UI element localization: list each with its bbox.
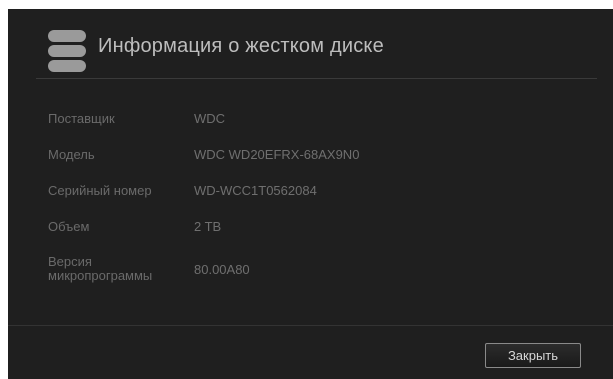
vendor-label: Поставщик [48,111,115,126]
serial-label: Серийный номер [48,183,152,198]
info-row-vendor: Поставщик WDC [48,112,568,148]
dialog-header: Информация о жестком диске [36,22,597,79]
drive-info-list: Поставщик WDC Модель WDC WD20EFRX-68AX9N… [48,112,568,300]
close-button[interactable]: Закрыть [485,343,581,368]
dialog-footer: Закрыть [8,325,613,379]
firmware-label-line1: Версия [48,254,92,269]
hard-drive-info-dialog: Информация о жестком диске Поставщик WDC… [8,9,613,379]
info-row-capacity: Объем 2 TB [48,220,568,256]
firmware-value: 80.00A80 [194,262,250,277]
serial-value: WD-WCC1T0562084 [194,183,317,198]
info-row-serial: Серийный номер WD-WCC1T0562084 [48,184,568,220]
model-label: Модель [48,147,95,162]
info-row-model: Модель WDC WD20EFRX-68AX9N0 [48,148,568,184]
capacity-label: Объем [48,219,90,234]
info-row-firmware: Версия микропрограммы 80.00A80 [48,255,568,300]
hard-drive-icon [48,30,86,72]
capacity-value: 2 TB [194,219,222,234]
dialog-title: Информация о жестком диске [98,35,384,57]
vendor-value: WDC [194,111,226,126]
firmware-label: Версия микропрограммы [48,255,188,283]
model-value: WDC WD20EFRX-68AX9N0 [194,147,360,162]
firmware-label-line2: микропрограммы [48,268,153,283]
